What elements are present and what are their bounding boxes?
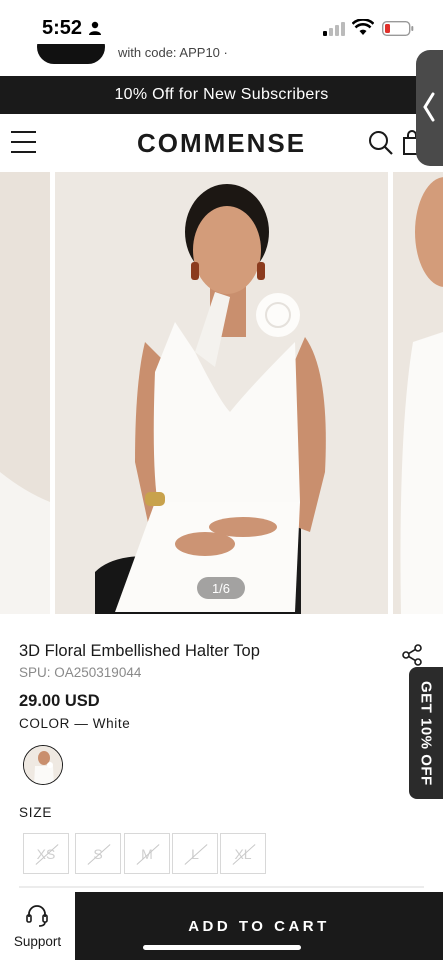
product-spu: SPU: OA250319044 <box>19 665 142 680</box>
promo-pill[interactable] <box>37 44 105 64</box>
product-gallery[interactable]: 1/6 <box>0 172 443 614</box>
wifi-icon <box>352 19 374 35</box>
share-icon[interactable] <box>402 644 422 666</box>
get-offer-tab[interactable]: GET 10% OFF <box>409 667 443 799</box>
swatch-thumbnail <box>24 746 62 784</box>
headset-icon <box>26 905 48 927</box>
home-indicator <box>143 945 301 950</box>
gallery-main-slide[interactable] <box>55 172 388 614</box>
model-photo-prev <box>0 172 50 614</box>
size-label: SIZE <box>19 805 53 820</box>
site-header: COMMENSE <box>0 114 443 172</box>
signal-icon <box>323 22 345 36</box>
color-swatch-white[interactable] <box>23 745 63 785</box>
size-option-xs[interactable]: XS <box>23 833 69 874</box>
size-option-l[interactable]: L <box>172 833 218 874</box>
battery-icon <box>382 21 414 36</box>
promo-banner: with code: APP10 · <box>0 44 443 76</box>
size-option-xl[interactable]: XL <box>220 833 266 874</box>
status-time: 5:52 <box>42 17 83 39</box>
search-icon[interactable] <box>368 130 394 156</box>
gallery-next-slide[interactable] <box>393 172 443 614</box>
model-photo-next <box>393 172 443 614</box>
product-title: 3D Floral Embellished Halter Top <box>19 642 260 660</box>
support-button[interactable]: Support <box>0 892 75 960</box>
model-photo <box>55 172 388 614</box>
size-option-s[interactable]: S <box>75 833 121 874</box>
person-icon <box>89 21 101 35</box>
divider <box>19 886 424 888</box>
product-price: 29.00 USD <box>19 692 100 710</box>
promo-text: with code: APP10 · <box>118 45 228 60</box>
status-bar: 5:52 <box>0 0 443 48</box>
side-drawer-tab[interactable] <box>416 50 443 166</box>
slide-counter: 1/6 <box>197 577 245 599</box>
support-label: Support <box>13 934 62 949</box>
size-option-m[interactable]: M <box>124 833 170 874</box>
gallery-prev-slide[interactable] <box>0 172 50 614</box>
chevron-left-icon <box>423 92 435 122</box>
color-label: COLOR — White <box>19 716 131 731</box>
announcement-bar[interactable]: 10% Off for New Subscribers <box>0 76 443 114</box>
